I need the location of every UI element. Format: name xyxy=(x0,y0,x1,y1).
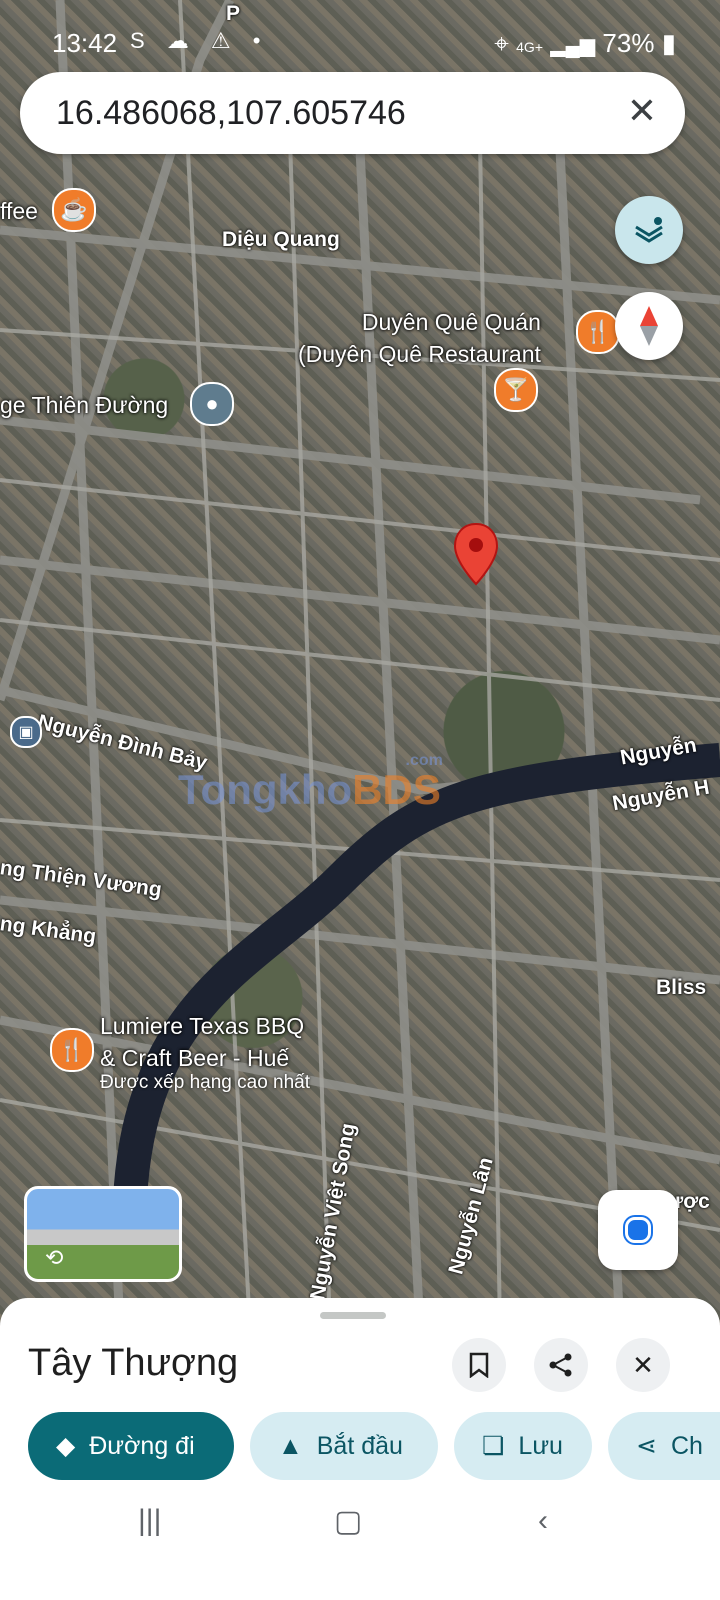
poi-rating-label: Được xếp hạng cao nhất xyxy=(100,1072,311,1093)
close-icon: ✕ xyxy=(632,1349,654,1380)
search-input[interactable]: 16.486068,107.605746 xyxy=(56,94,406,133)
system-nav-bar: ||| ▢ ‹ xyxy=(0,1494,720,1554)
rotate-360-icon: ⟲ xyxy=(45,1245,64,1270)
poi-label-thien-duong[interactable]: ge Thiên Đường xyxy=(0,392,168,419)
compass-icon xyxy=(640,306,658,346)
save-button[interactable]: ❏ Lưu xyxy=(454,1412,592,1480)
share-chip-button[interactable]: ⋖ Ch xyxy=(608,1412,720,1480)
close-sheet-button[interactable]: ✕ xyxy=(616,1338,670,1392)
bus-stop-icon[interactable]: ▣ xyxy=(10,716,42,748)
network-label: 4G+ xyxy=(516,39,543,55)
location-pin-icon xyxy=(453,522,499,586)
bookmark-icon xyxy=(469,1352,489,1378)
share-icon xyxy=(549,1353,572,1377)
start-label: Bắt đầu xyxy=(316,1431,403,1460)
directions-label: Đường đi xyxy=(89,1431,195,1460)
status-right: ⌖ 4G+ ▂▄▆ 73% ▮ xyxy=(494,28,676,60)
status-bar: 13:42 S ☁ ⚠ • ⌖ 4G+ ▂▄▆ 73% ▮ xyxy=(0,18,720,62)
start-button[interactable]: ▲ Bắt đầu xyxy=(250,1412,438,1480)
street-view-thumbnail[interactable]: ⟲ xyxy=(24,1186,182,1282)
bookmark-icon: ❏ xyxy=(482,1432,505,1460)
share-label: Ch xyxy=(670,1431,703,1460)
layers-icon xyxy=(635,217,663,243)
restaurant-icon[interactable]: 🍴 xyxy=(50,1028,94,1072)
bar-icon[interactable]: 🍸 xyxy=(494,368,538,412)
poi-label-duyen-que[interactable]: Duyên Quê Quán (Duyên Quê Restaurant xyxy=(298,306,541,370)
status-time: 13:42 xyxy=(52,28,118,58)
place-title: Tây Thượng xyxy=(28,1342,239,1384)
coffee-icon[interactable]: ☕ xyxy=(52,188,96,232)
poi-label-coffee[interactable]: ffee xyxy=(0,198,38,225)
close-icon[interactable]: ✕ xyxy=(627,90,657,132)
save-label: Lưu xyxy=(518,1431,563,1460)
restaurant-icon[interactable]: 🍴 xyxy=(576,310,620,354)
drag-handle[interactable] xyxy=(320,1312,386,1319)
location-status-icon: ⌖ xyxy=(494,28,509,58)
road-label-dieu-quang: Diệu Quang xyxy=(222,228,340,251)
navigation-arrow-icon: ▲ xyxy=(278,1431,303,1460)
battery-icon: ▮ xyxy=(661,28,676,58)
my-location-button[interactable] xyxy=(598,1190,678,1270)
home-icon[interactable]: ▢ xyxy=(334,1504,362,1539)
search-bar[interactable]: 16.486068,107.605746 ✕ xyxy=(20,72,685,154)
battery-label: 73% xyxy=(602,28,655,58)
status-notification-icons: S ☁ ⚠ • xyxy=(130,28,269,53)
share-button[interactable] xyxy=(534,1338,588,1392)
back-icon[interactable]: ‹ xyxy=(538,1504,548,1538)
signal-icon: ▂▄▆ xyxy=(550,35,596,57)
place-icon[interactable]: ● xyxy=(190,382,234,426)
recent-apps-icon[interactable]: ||| xyxy=(138,1504,161,1538)
directions-button[interactable]: ◆ Đường đi xyxy=(28,1412,234,1480)
share-icon: ⋖ xyxy=(636,1432,657,1460)
place-sheet[interactable]: Tây Thượng ✕ ◆ Đường đi ▲ Bắt đầu ❏ Lưu … xyxy=(0,1298,720,1600)
watermark: TongkhoBDS .com xyxy=(178,752,443,813)
my-location-icon xyxy=(625,1217,651,1243)
directions-icon: ◆ xyxy=(56,1432,76,1460)
road-label-bliss: Bliss xyxy=(656,976,707,999)
layers-button[interactable] xyxy=(615,196,683,264)
poi-label-lumiere[interactable]: Lumiere Texas BBQ & Craft Beer - Huế xyxy=(100,1010,304,1074)
save-bookmark-button[interactable] xyxy=(452,1338,506,1392)
map-view[interactable]: Diệu Quang Nguyễn Đình Bảy Nguyễn Nguyễn… xyxy=(0,0,720,1330)
compass-button[interactable] xyxy=(615,292,683,360)
